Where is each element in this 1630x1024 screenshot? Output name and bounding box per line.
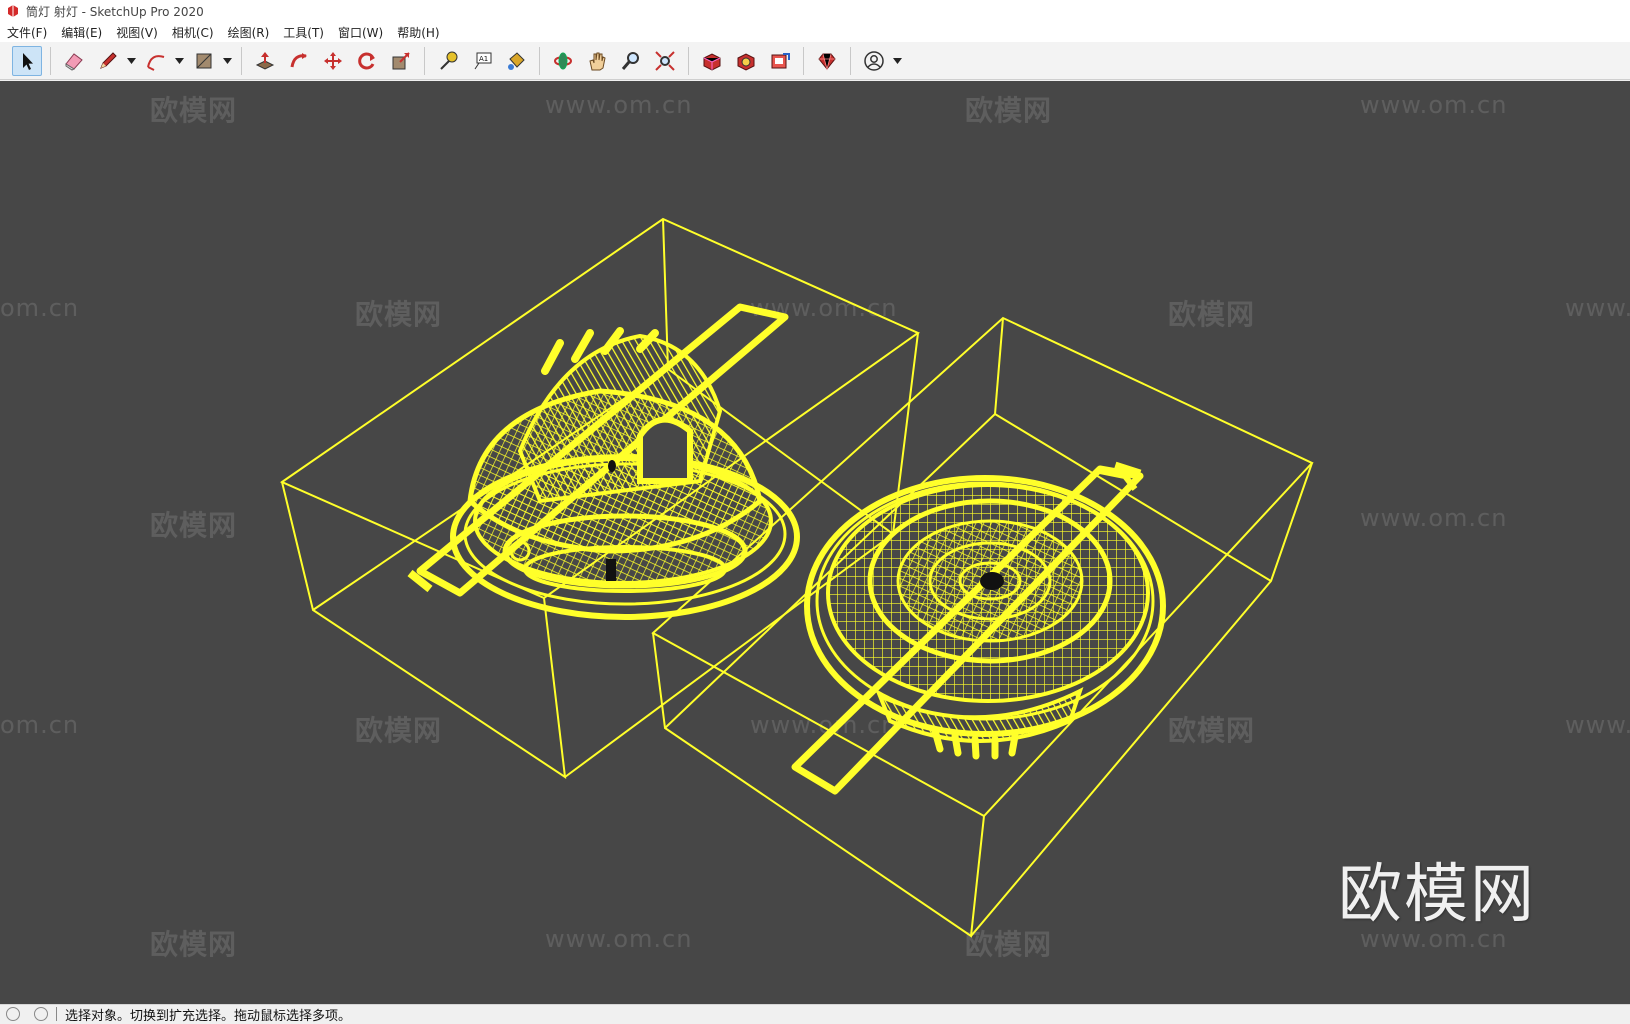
orbit-tool-button[interactable] <box>548 46 578 76</box>
extension-warehouse-button[interactable] <box>731 46 761 76</box>
follow-me-tool-button[interactable] <box>284 46 314 76</box>
pencil-tool-button[interactable] <box>93 46 123 76</box>
toolbar-separator <box>850 46 851 75</box>
chevron-down-icon <box>174 57 184 64</box>
arc-tool-button[interactable] <box>141 46 171 76</box>
menu-camera[interactable]: 相机(C) <box>165 24 221 41</box>
zoom-tool-button[interactable] <box>616 46 646 76</box>
layout-icon <box>771 52 790 68</box>
rotate-icon <box>358 52 375 69</box>
toolbar-separator <box>424 46 425 75</box>
toolbar-separator <box>539 46 540 75</box>
select-tool-button[interactable] <box>12 45 42 76</box>
arc-icon <box>147 54 165 71</box>
sketchup-logo-icon <box>8 5 18 17</box>
zoom-extents-tool-button[interactable] <box>650 46 680 76</box>
eraser-icon <box>65 52 83 71</box>
pencil-icon <box>100 51 117 69</box>
arc-dropdown[interactable] <box>173 46 185 76</box>
main-toolbar: A1 <box>0 42 1630 80</box>
extension-warehouse-icon <box>737 52 755 71</box>
zoom-extents-icon <box>655 50 675 71</box>
zoom-icon <box>621 51 639 70</box>
menu-help[interactable]: 帮助(H) <box>390 24 446 41</box>
warehouse-icon <box>703 52 721 71</box>
status-divider <box>56 1007 57 1021</box>
text-tool-button[interactable]: A1 <box>467 46 497 76</box>
pan-tool-button[interactable] <box>582 46 612 76</box>
send-to-layout-button[interactable] <box>765 46 795 76</box>
tape-measure-tool-button[interactable] <box>433 46 463 76</box>
window-title: 筒灯 射灯 - SketchUp Pro 2020 <box>26 4 204 19</box>
push-pull-tool-button[interactable] <box>250 46 280 76</box>
scale-tool-button[interactable] <box>386 46 416 76</box>
3d-viewport[interactable]: 欧模网 www.om.cn 欧模网 www.om.cn om.cn 欧模网 ww… <box>0 81 1630 1004</box>
rotate-tool-button[interactable] <box>352 46 382 76</box>
account-button[interactable] <box>859 46 889 76</box>
toolbar-separator <box>241 46 242 75</box>
move-icon <box>324 51 342 70</box>
menu-file[interactable]: 文件(F) <box>0 24 54 41</box>
paint-bucket-icon <box>508 51 525 70</box>
tape-measure-icon <box>440 51 458 70</box>
orbit-icon <box>554 52 572 69</box>
account-icon <box>864 50 884 71</box>
menu-draw[interactable]: 绘图(R) <box>221 24 277 41</box>
move-tool-button[interactable] <box>318 46 348 76</box>
push-pull-icon <box>255 51 275 70</box>
watermark-logo-text: 欧模网 <box>1338 858 1536 932</box>
select-icon <box>23 52 33 70</box>
ruby-console-button[interactable] <box>812 46 842 76</box>
menu-bar: 文件(F) 编辑(E) 视图(V) 相机(C) 绘图(R) 工具(T) 窗口(W… <box>0 22 1630 42</box>
account-dropdown[interactable] <box>891 46 903 76</box>
menu-tools[interactable]: 工具(T) <box>276 24 331 41</box>
ruby-icon <box>818 53 836 71</box>
status-message: 选择对象。切换到扩充选择。拖动鼠标选择多项。 <box>65 1008 352 1024</box>
pan-icon <box>589 52 606 70</box>
toolbar-separator <box>803 46 804 75</box>
toolbar-separator <box>688 46 689 75</box>
geo-location-icon[interactable] <box>6 1007 20 1021</box>
title-bar: 筒灯 射灯 - SketchUp Pro 2020 <box>0 0 1630 22</box>
pencil-dropdown[interactable] <box>125 46 137 76</box>
eraser-tool-button[interactable] <box>59 46 89 76</box>
rectangle-dropdown[interactable] <box>221 46 233 76</box>
toolbar-separator <box>50 46 51 75</box>
menu-window[interactable]: 窗口(W) <box>331 24 390 41</box>
chevron-down-icon <box>222 57 232 64</box>
text-icon: A1 <box>474 52 492 69</box>
menu-edit[interactable]: 编辑(E) <box>54 24 109 41</box>
status-bar: 选择对象。切换到扩充选择。拖动鼠标选择多项。 <box>0 1004 1630 1024</box>
3d-warehouse-button[interactable] <box>697 46 727 76</box>
menu-view[interactable]: 视图(V) <box>109 24 165 41</box>
rectangle-tool-button[interactable] <box>189 46 219 76</box>
chevron-down-icon <box>892 57 902 64</box>
follow-me-icon <box>290 52 307 67</box>
chevron-down-icon <box>126 57 136 64</box>
info-icon[interactable] <box>34 1007 48 1021</box>
scale-icon <box>392 51 410 69</box>
paint-bucket-tool-button[interactable] <box>501 46 531 76</box>
text-tool-label: A1 <box>479 55 488 63</box>
rectangle-icon <box>196 53 212 68</box>
